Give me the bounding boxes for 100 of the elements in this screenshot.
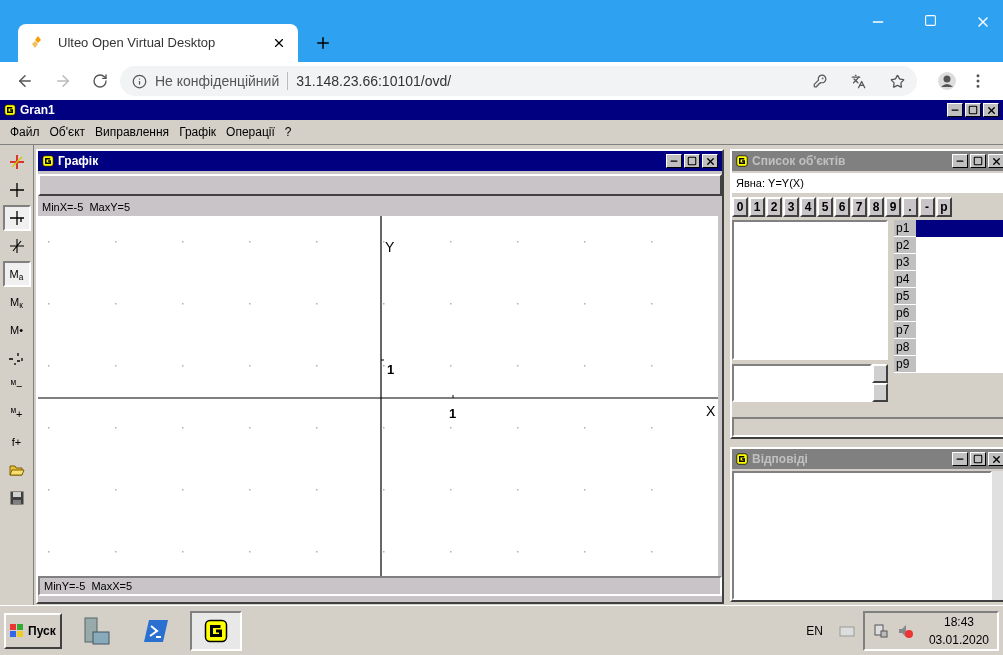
parameter-label: p5 <box>894 288 916 305</box>
tool-label: M• <box>10 324 23 336</box>
tool-button[interactable]: $^{м}$− <box>2 373 31 399</box>
maximize-icon[interactable] <box>924 14 937 27</box>
tool-button[interactable]: M$_{к}$ <box>2 289 31 315</box>
taskbar-app-button[interactable] <box>189 610 242 651</box>
maximize-button[interactable] <box>965 103 981 117</box>
cross-icon <box>8 238 25 254</box>
range-label: MinY=-5 MaxX=5 <box>44 578 133 594</box>
close-button[interactable] <box>988 154 1003 168</box>
browser-tab[interactable]: Ulteo Open Virtual Desktop <box>18 24 298 62</box>
parameter-label: p3 <box>894 254 916 271</box>
clock-time: 18:43 <box>943 613 974 631</box>
cross-icon <box>8 210 25 226</box>
windows-logo-icon <box>10 623 24 638</box>
key-button[interactable]: . <box>902 197 918 217</box>
close-icon <box>990 155 1002 167</box>
minimize-button[interactable] <box>952 154 968 168</box>
parameter-cell[interactable] <box>916 237 1003 254</box>
folder-icon <box>8 463 25 477</box>
close-button[interactable] <box>988 452 1003 466</box>
url-text: 31.148.23.66:10101/ovd/ <box>296 71 453 91</box>
close-tab-icon[interactable] <box>272 36 286 50</box>
close-icon <box>990 453 1002 465</box>
new-tab-icon[interactable] <box>314 34 332 52</box>
app-logo-icon <box>42 155 54 167</box>
key-button[interactable]: 4 <box>800 197 816 217</box>
tool-label: M$_{к}$ <box>10 296 23 308</box>
maximize-button[interactable] <box>684 154 700 168</box>
text-area[interactable] <box>732 364 872 402</box>
tick-mark <box>380 359 385 361</box>
tool-button[interactable]: $^{м}$+ <box>2 401 31 427</box>
tool-label: f+ <box>11 436 22 448</box>
key-button[interactable]: 6 <box>834 197 850 217</box>
app-title: Gran1 <box>20 102 56 119</box>
menu-item[interactable]: Графік <box>179 123 217 141</box>
parameter-label: p9 <box>894 356 916 373</box>
menu-item[interactable]: Виправлення <box>95 123 170 141</box>
key-button[interactable]: 7 <box>851 197 867 217</box>
minimize-button[interactable] <box>666 154 682 168</box>
key-button[interactable]: 8 <box>868 197 884 217</box>
key-button[interactable]: 9 <box>885 197 901 217</box>
menu-item[interactable]: Файл <box>10 123 40 141</box>
key-button[interactable]: 5 <box>817 197 833 217</box>
key-button[interactable]: 0 <box>732 197 748 217</box>
menu-item[interactable]: Об'єкт <box>49 123 86 141</box>
maximize-icon <box>973 156 983 166</box>
close-button[interactable] <box>983 103 999 117</box>
minimize-button[interactable] <box>947 103 963 117</box>
app-logo-icon <box>4 104 16 116</box>
key-button[interactable]: 2 <box>766 197 782 217</box>
key-icon[interactable] <box>813 74 827 88</box>
cross-icon <box>8 182 25 198</box>
app-logo-icon <box>736 453 748 465</box>
app-logo-icon <box>203 618 228 643</box>
window-title: Відповіді <box>752 451 809 468</box>
tool-button[interactable] <box>2 205 31 231</box>
parameter-cell[interactable] <box>916 356 1003 373</box>
save-icon <box>9 491 24 505</box>
maximize-icon <box>968 105 978 115</box>
scroll-up-button[interactable] <box>872 364 888 383</box>
range-label: MinX=-5 MaxY=5 <box>42 199 131 215</box>
security-label: Не конфіденційний <box>155 71 280 91</box>
start-button[interactable]: Пуск <box>4 612 62 649</box>
network-icon[interactable] <box>872 622 889 639</box>
key-button[interactable]: - <box>919 197 935 217</box>
menu-item[interactable]: ? <box>284 123 292 141</box>
reload-icon[interactable] <box>92 73 108 89</box>
bookmark-icon[interactable] <box>890 73 905 89</box>
back-icon[interactable] <box>16 72 34 90</box>
maximize-button[interactable] <box>970 452 986 466</box>
address-bar[interactable]: Не конфіденційний 31.148.23.66:10101/ovd/ <box>120 66 917 96</box>
key-button[interactable]: p <box>936 197 952 217</box>
language-indicator[interactable]: EN <box>806 621 823 640</box>
axes-icon <box>8 154 25 170</box>
maximize-button[interactable] <box>970 154 986 168</box>
answers-area[interactable] <box>732 471 992 600</box>
key-button[interactable]: 3 <box>783 197 799 217</box>
tool-button[interactable]: M• <box>2 317 31 343</box>
close-icon <box>985 104 997 116</box>
formula-field[interactable]: Явна: Y=Y(X) <box>732 173 1003 193</box>
minimize-button[interactable] <box>952 452 968 466</box>
key-button[interactable]: 1 <box>749 197 765 217</box>
object-list[interactable] <box>732 220 888 360</box>
parameter-label: p6 <box>894 305 916 322</box>
tick-label: 1 <box>387 362 395 377</box>
tool-label: $^{м}$+ <box>10 408 23 420</box>
profile-icon[interactable] <box>937 71 957 91</box>
tool-button[interactable]: M$_{а}$ <box>2 261 31 287</box>
tool-button[interactable]: f+ <box>2 429 31 455</box>
parameter-label: p4 <box>894 271 916 288</box>
close-button[interactable] <box>702 154 718 168</box>
window-title: Список об'єктів <box>752 153 847 170</box>
scroll-down-button[interactable] <box>872 383 888 402</box>
parameter-cell[interactable] <box>916 220 1003 237</box>
menu-item[interactable]: Операції <box>226 123 275 141</box>
tool-label: $^{м}$− <box>10 380 23 392</box>
parameter-label: p1 <box>894 220 916 237</box>
translate-icon[interactable] <box>851 73 866 89</box>
scale-icon <box>7 350 26 366</box>
